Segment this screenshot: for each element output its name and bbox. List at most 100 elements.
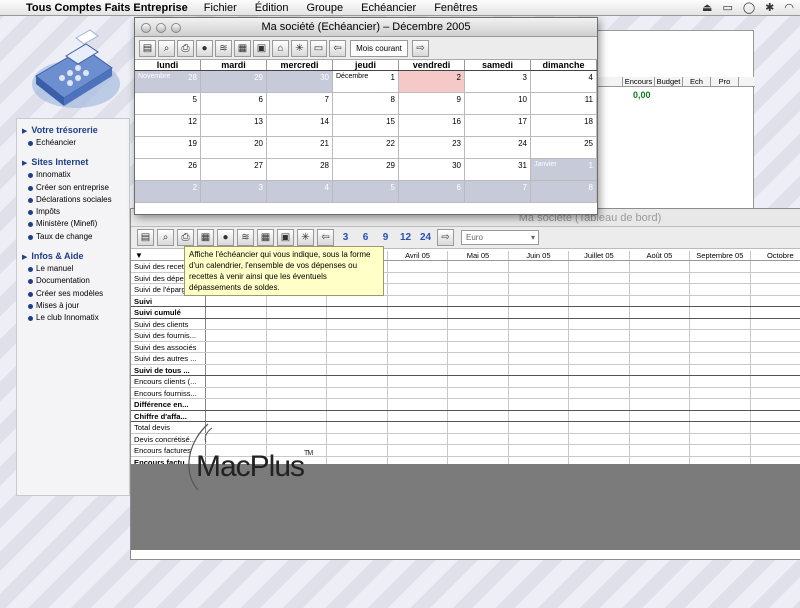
previous-month-icon[interactable]: ⇦ (329, 39, 346, 57)
wifi-icon[interactable]: ◠ (784, 1, 794, 14)
grid-cell[interactable] (509, 422, 570, 433)
grid-cell[interactable] (751, 445, 800, 456)
grid-cell[interactable] (509, 376, 570, 387)
calendar-day-cell[interactable]: 6 (201, 93, 267, 115)
grid-cell[interactable] (448, 433, 509, 444)
app-menu[interactable]: Tous Comptes Faits Entreprise (26, 2, 188, 14)
chat-icon[interactable]: ◯ (743, 1, 755, 14)
sun-icon[interactable]: ✳ (291, 39, 308, 57)
calendar-day-cell[interactable]: 3 (201, 181, 267, 203)
calendar-day-cell[interactable]: 31 (465, 159, 531, 181)
sidebar-link[interactable]: Innomatix (20, 169, 126, 181)
table-row[interactable]: Encours fourniss... (131, 387, 800, 399)
grid-cell[interactable] (327, 341, 388, 352)
grid-cell[interactable] (630, 433, 691, 444)
calendar-day-cell[interactable]: 29 (201, 71, 267, 93)
grid-cell[interactable] (690, 445, 751, 456)
grid-cell[interactable] (569, 399, 630, 410)
grid-cell[interactable] (448, 295, 509, 306)
grid-cell[interactable] (569, 376, 630, 387)
grid-cell[interactable] (509, 307, 570, 318)
grid-cell[interactable] (751, 353, 800, 364)
bank-icon[interactable]: ⌂ (272, 39, 289, 57)
grid-cell[interactable] (751, 342, 800, 353)
grid-cell[interactable] (630, 330, 691, 341)
calendar-day-cell[interactable]: 3 (465, 71, 531, 93)
grid-cell[interactable] (509, 410, 570, 421)
sidebar-link[interactable]: Le club Innomatix (20, 312, 126, 324)
table-row[interactable]: Encours clients (... (131, 376, 800, 388)
grid-cell[interactable] (509, 433, 570, 444)
sidebar-link[interactable]: Ministère (Minefi) (20, 218, 126, 230)
calendar-day-cell[interactable]: 8 (333, 93, 399, 115)
period-6[interactable]: 6 (357, 229, 374, 246)
grid-cell[interactable] (630, 399, 691, 410)
document-icon[interactable]: ▭ (310, 39, 327, 57)
grid-cell[interactable] (267, 307, 328, 318)
print-icon[interactable]: ⎙ (177, 229, 194, 246)
grid-cell[interactable] (388, 307, 449, 318)
grid-cell[interactable] (509, 295, 570, 306)
grid-cell[interactable] (690, 433, 751, 444)
grid-cell[interactable] (751, 319, 800, 330)
grid-cell[interactable] (267, 410, 328, 421)
grid-cell[interactable] (509, 399, 570, 410)
currency-select[interactable]: Euro (461, 230, 539, 245)
grid-cell[interactable] (388, 445, 449, 456)
sidebar-link[interactable]: Taux de change (20, 231, 126, 243)
calendar-day-cell[interactable]: 4 (531, 71, 597, 93)
grid-cell[interactable] (388, 433, 449, 444)
grid-cell[interactable] (630, 341, 691, 352)
grid-cell[interactable] (206, 364, 267, 375)
calendar-day-cell[interactable]: 26 (135, 159, 201, 181)
calendar-day-cell[interactable]: 8 (531, 181, 597, 203)
grid-cell[interactable] (448, 318, 509, 329)
grid-cell[interactable] (751, 422, 800, 433)
grid-cell[interactable] (630, 364, 691, 375)
grid-cell[interactable] (690, 318, 751, 329)
grid-cell[interactable] (267, 399, 328, 410)
sidebar-link[interactable]: Créer son entreprise (20, 182, 126, 194)
grid-cell[interactable] (267, 364, 328, 375)
calendar-day-cell[interactable]: 23 (399, 137, 465, 159)
grid-cell[interactable] (509, 353, 570, 364)
grid-cell[interactable] (388, 272, 449, 283)
print-icon[interactable]: ⎙ (177, 39, 194, 57)
calendar-day-cell[interactable]: 28 (267, 159, 333, 181)
table-row[interactable]: Suivi de tous ... (131, 364, 800, 376)
sidebar-link[interactable]: Mises à jour (20, 300, 126, 312)
grid-cell[interactable] (690, 272, 751, 283)
table-row[interactable]: Suivi cumulé (131, 307, 800, 319)
sidebar-section-title[interactable]: ▶ Infos & Aide (22, 251, 126, 261)
table-row[interactable]: Suivi des autres ... (131, 353, 800, 365)
sidebar-link[interactable]: Le manuel (20, 263, 126, 275)
grid-cell[interactable] (569, 422, 630, 433)
table-row[interactable]: Différence en... (131, 399, 800, 411)
grid-cell[interactable] (751, 399, 800, 410)
preview-icon[interactable]: ⌕ (158, 39, 175, 57)
calendar-day-cell[interactable]: 11 (531, 93, 597, 115)
calendar-day-cell[interactable]: 9 (399, 93, 465, 115)
calendar-day-cell[interactable]: 16 (399, 115, 465, 137)
grid-cell[interactable] (448, 376, 509, 387)
grid-cell[interactable] (630, 445, 691, 456)
grid-cell[interactable] (206, 387, 267, 398)
grid-cell[interactable] (388, 341, 449, 352)
grid-cell[interactable] (509, 284, 570, 295)
grid-cell[interactable] (690, 364, 751, 375)
grid-cell[interactable] (690, 295, 751, 306)
grid-cell[interactable] (327, 318, 388, 329)
grid-cell[interactable] (448, 422, 509, 433)
grid-cell[interactable] (569, 410, 630, 421)
calendar-day-cell[interactable]: 20 (201, 137, 267, 159)
preview-icon[interactable]: ⌕ (157, 229, 174, 246)
current-month-button[interactable]: Mois courant (350, 39, 408, 57)
calendar-day-cell[interactable]: 29 (333, 159, 399, 181)
grid-cell[interactable] (327, 295, 388, 306)
disclosure-triangle-icon[interactable]: ▶ (22, 128, 27, 135)
coins-icon[interactable]: ● (217, 229, 234, 246)
disclosure-triangle-icon[interactable]: ▶ (22, 160, 27, 167)
calendar-day-cell[interactable]: 7 (465, 181, 531, 203)
grid-cell[interactable] (630, 295, 691, 306)
grid-cell[interactable] (388, 422, 449, 433)
